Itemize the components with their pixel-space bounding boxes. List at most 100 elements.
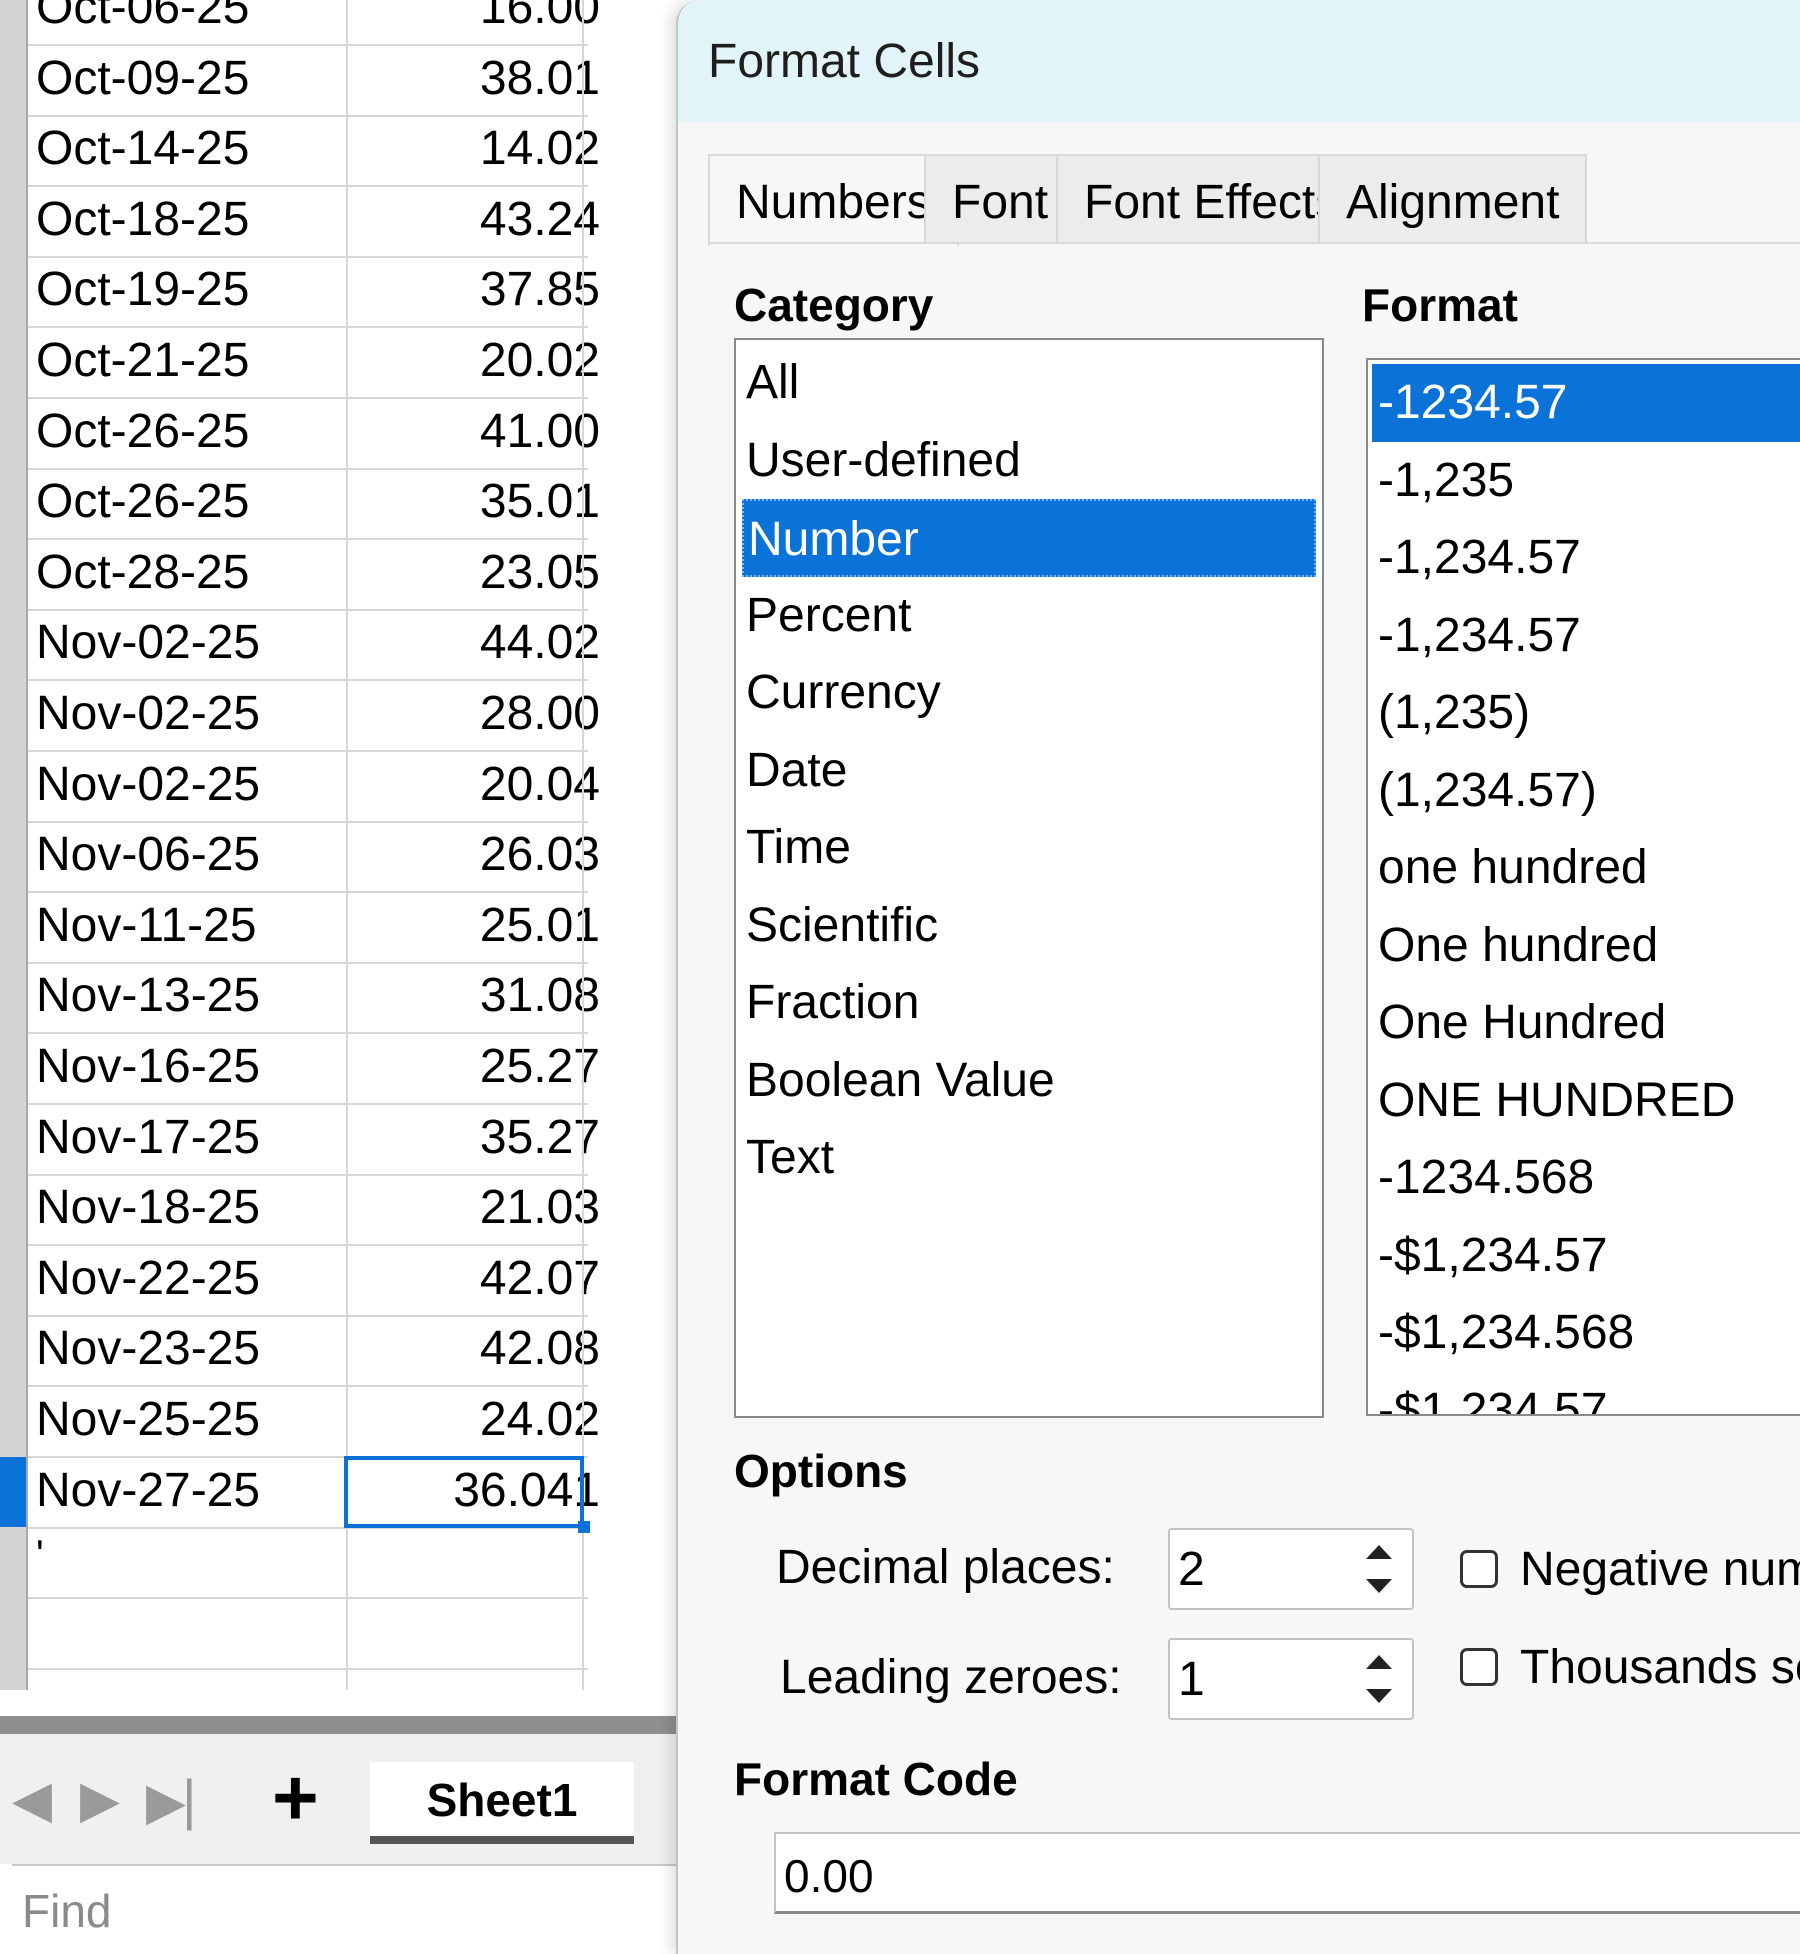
date-cell[interactable]: Oct-18-25 [36,193,249,246]
format-item[interactable]: (1,234.57) [1372,752,1800,830]
sheet-horizontal-scrollbar[interactable] [0,1716,680,1734]
decimal-places-spinbox[interactable]: 2 [1168,1528,1414,1610]
date-cell[interactable]: Nov-22-25 [36,1252,260,1305]
category-item-boolean-value[interactable]: Boolean Value [742,1042,1316,1120]
date-cell[interactable]: Oct-26-25 [36,476,249,528]
amount-cell[interactable]: 41.00 [346,405,600,458]
amount-cell[interactable]: 20.02 [346,335,600,387]
date-cell[interactable]: Oct-21-25 [36,335,249,387]
amount-cell[interactable]: 42.07 [346,1252,600,1305]
date-cell[interactable]: Oct-14-25 [36,123,249,175]
format-item[interactable]: -$1,234.57 [1372,1372,1800,1415]
amount-cell[interactable]: 20.04 [346,758,600,811]
format-code-input[interactable]: 0.00 [774,1832,1800,1914]
amount-cell[interactable]: 23.05 [346,546,600,599]
amount-cell[interactable]: 25.27 [346,1041,600,1093]
fill-handle[interactable] [578,1520,590,1533]
date-cell[interactable]: Nov-02-25 [36,688,260,740]
tab-alignment[interactable]: Alignment [1318,154,1588,244]
category-listbox[interactable]: All User-defined Number Percent Currency Date… [734,338,1324,1418]
leading-zeroes-value[interactable]: 1 [1178,1652,1205,1708]
date-cell[interactable]: ' [36,1529,44,1581]
add-sheet-icon[interactable]: + [272,1758,319,1838]
amount-cell[interactable]: 42.08 [346,1323,600,1375]
date-cell[interactable]: Nov-16-25 [36,1041,260,1093]
amount-cell[interactable]: 31.08 [346,970,600,1022]
active-row-header[interactable] [0,1456,26,1527]
format-item[interactable]: -$1,234.568 [1372,1294,1800,1372]
format-item[interactable]: -$1,234.57 [1372,1217,1800,1295]
category-item-scientific[interactable]: Scientific [742,887,1316,965]
date-cell[interactable]: Nov-02-25 [36,758,260,811]
amount-cell[interactable]: 35.01 [346,476,600,528]
date-cell[interactable]: Nov-17-25 [36,1111,260,1164]
amount-cell[interactable]: 26.03 [346,829,600,881]
date-cell[interactable]: Nov-25-25 [36,1394,260,1446]
spin-down-icon[interactable] [1350,1678,1408,1714]
format-item[interactable]: One Hundred [1372,984,1800,1062]
category-item-percent[interactable]: Percent [742,577,1316,655]
format-item[interactable]: -1234.57 [1372,364,1800,442]
amount-cell[interactable]: 35.27 [346,1111,600,1164]
date-cell[interactable]: Nov-13-25 [36,970,260,1022]
active-cell-cursor[interactable] [344,1455,584,1528]
amount-cell[interactable]: 14.02 [346,123,600,175]
category-item-time[interactable]: Time [742,809,1316,887]
format-item[interactable]: (1,235) [1372,674,1800,752]
find-input[interactable] [12,1866,680,1954]
format-item[interactable]: -1234.568 [1372,1139,1800,1217]
format-item[interactable]: -1,235 [1372,442,1800,520]
category-item-user-defined[interactable]: User-defined [742,422,1316,500]
amount-cell[interactable]: 25.01 [346,899,600,952]
category-item-fraction[interactable]: Fraction [742,964,1316,1042]
date-cell[interactable]: Nov-18-25 [36,1182,260,1234]
format-item[interactable]: -1,234.57 [1372,519,1800,597]
next-sheet-icon[interactable]: ▶ [80,1770,120,1830]
date-cell[interactable]: Nov-27-25 [36,1464,260,1517]
tab-numbers[interactable]: Numbers [708,154,959,246]
category-item-date[interactable]: Date [742,732,1316,810]
category-item-currency[interactable]: Currency [742,654,1316,732]
date-cell[interactable]: Nov-02-25 [36,617,260,669]
first-sheet-icon[interactable]: ◀ [12,1770,52,1830]
negative-numbers-red-checkbox[interactable] [1460,1550,1498,1588]
thousands-separator-checkbox[interactable] [1460,1648,1498,1686]
negative-numbers-red-label[interactable]: Negative numbers red [1520,1542,1800,1597]
amount-cell[interactable]: 44.02 [346,617,600,669]
amount-cell[interactable]: 43.24 [346,193,600,246]
amount-cell[interactable]: 37.85 [346,264,600,316]
amount-cell[interactable]: 24.02 [346,1394,600,1446]
decimal-places-value[interactable]: 2 [1178,1542,1205,1598]
format-item[interactable]: one hundred [1372,829,1800,907]
format-item[interactable]: One hundred [1372,907,1800,985]
spin-up-icon[interactable] [1350,1534,1408,1570]
row-header-strip[interactable] [0,0,28,1690]
format-code-value[interactable]: 0.00 [784,1848,874,1904]
date-cell[interactable]: Oct-26-25 [36,405,249,458]
date-cell[interactable]: Nov-11-25 [36,899,257,952]
spin-down-icon[interactable] [1350,1568,1408,1604]
category-item-all[interactable]: All [742,344,1316,422]
amount-cell[interactable]: 16.00 [346,0,600,34]
format-item[interactable]: -1,234.57 [1372,597,1800,675]
dialog-titlebar[interactable]: Format Cells [678,0,1800,122]
amount-cell[interactable]: 28.00 [346,688,600,740]
leading-zeroes-spinbox[interactable]: 1 [1168,1638,1414,1720]
amount-cell[interactable]: 38.01 [346,52,600,105]
format-listbox[interactable]: -1234.57 -1,235 -1,234.57 -1,234.57 (1,235)(… [1366,358,1800,1416]
spin-up-icon[interactable] [1350,1644,1408,1680]
date-cell[interactable]: Oct-19-25 [36,264,249,316]
date-cell[interactable]: Nov-23-25 [36,1323,260,1375]
tab-font[interactable]: Font [924,154,1077,244]
format-item[interactable]: ONE HUNDRED [1372,1062,1800,1140]
date-cell[interactable]: Oct-09-25 [36,52,249,105]
sheet-tab-sheet1[interactable]: Sheet1 [370,1762,634,1844]
thousands-separator-label[interactable]: Thousands separator [1520,1640,1800,1695]
date-cell[interactable]: Oct-06-25 [36,0,249,34]
date-cell[interactable]: Nov-06-25 [36,829,260,881]
category-item-number[interactable]: Number [742,499,1316,577]
category-item-text[interactable]: Text [742,1119,1316,1197]
last-sheet-icon[interactable]: ▶| [146,1770,197,1832]
amount-cell[interactable]: 21.03 [346,1182,600,1234]
date-cell[interactable]: Oct-28-25 [36,546,249,599]
